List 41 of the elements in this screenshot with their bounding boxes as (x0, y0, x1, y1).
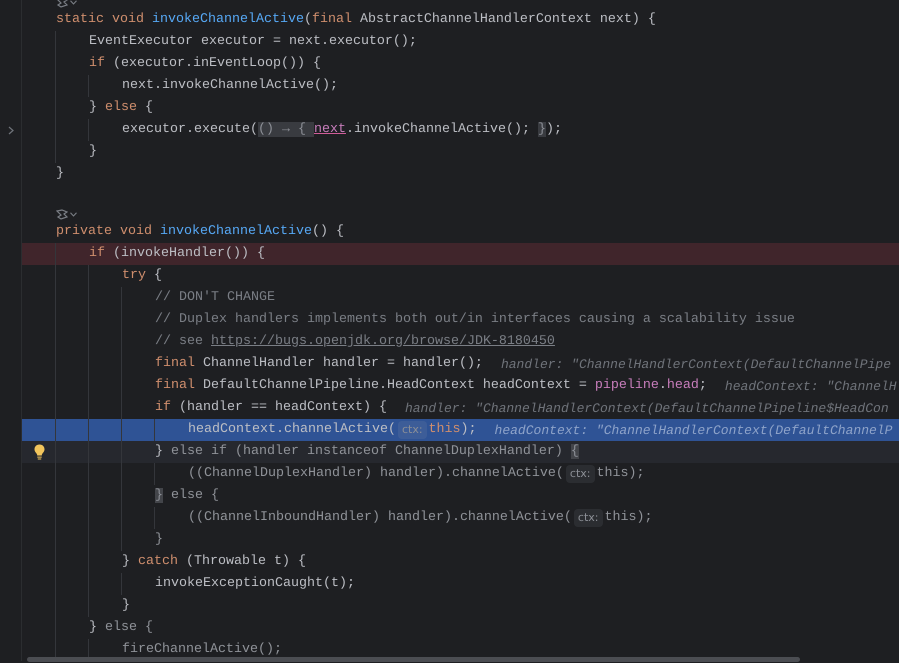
code-text: try { (56, 265, 162, 287)
debug-value: handler: "ChannelHandlerContext(DefaultChannelPipeline$HeadCon (404, 400, 889, 416)
code-text: } (56, 165, 64, 183)
code-vision-icon[interactable] (56, 208, 68, 220)
code-text: } (56, 141, 97, 163)
code-text: // Duplex handlers implements both out/in interfaces causing a scalability issue (56, 309, 795, 331)
code-text: next.invokeChannelActive(); (56, 75, 338, 97)
code-text: ((ChannelInboundHandler) handler).channelActive( (56, 507, 572, 529)
code-text: } (56, 529, 163, 551)
code-text: this); (604, 509, 652, 527)
code-text: } catch (Throwable t) { (56, 551, 306, 573)
debug-value: headContext: "ChannelHandlerContext(DefaultChannelP (494, 422, 892, 438)
code-text: ((ChannelDuplexHandler) handler).channelActive( (56, 463, 564, 485)
chevron-down-icon[interactable] (70, 0, 77, 4)
code-text: invokeExceptionCaught(t); (56, 573, 355, 595)
parameter-hint: ctx: (398, 421, 427, 439)
code-text: } (56, 595, 130, 617)
parameter-hint: ctx: (574, 509, 602, 527)
code-text: executor.execute(() → { next.invokeChannelActive(); }); (56, 119, 562, 141)
debug-value: headContext: "ChannelH (724, 378, 897, 394)
code-text: } else { (56, 97, 153, 119)
code-text: this); (596, 465, 644, 483)
code-text: this); (428, 421, 477, 439)
code-text: // see https://bugs.openjdk.org/browse/JDK-8180450 (56, 331, 555, 353)
code-text: } else { (56, 617, 153, 639)
code-text: } else if (handler instanceof ChannelDuplexHandler) { (56, 441, 579, 463)
code-text: static void invokeChannelActive(final AbstractChannelHandlerContext next) { (56, 11, 656, 29)
code-text: if (executor.inEventLoop()) { (56, 53, 321, 75)
code-text: // DON'T CHANGE (56, 287, 275, 309)
chevron-right-icon[interactable] (8, 126, 14, 134)
parameter-hint: ctx: (566, 465, 594, 483)
code-text: if (invokeHandler()) { (56, 243, 265, 265)
code-text: final ChannelHandler handler = handler(); (56, 353, 483, 375)
chevron-down-icon[interactable] (70, 212, 77, 216)
code-text: EventExecutor executor = next.executor(); (56, 31, 417, 53)
code-text: private void invokeChannelActive() { (56, 223, 344, 241)
debug-value: handler: "ChannelHandlerContext(DefaultChannelPipe (500, 356, 892, 372)
horizontal-scrollbar[interactable] (27, 657, 800, 662)
lightbulb-icon[interactable] (34, 444, 44, 460)
code-text: final DefaultChannelPipeline.HeadContext headContext = pipeline.head; (56, 375, 707, 397)
code-text: } else { (56, 485, 219, 507)
